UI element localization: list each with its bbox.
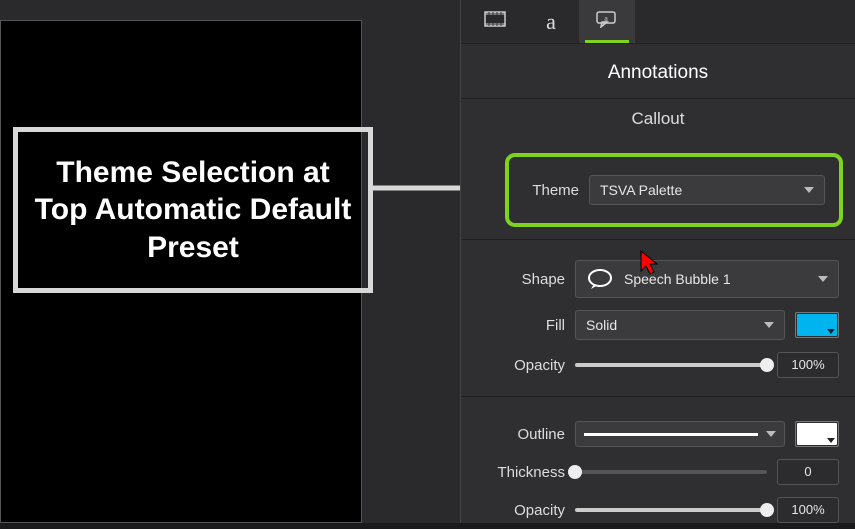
media-icon [484,11,506,32]
theme-value: TSVA Palette [600,182,682,198]
tab-bar: a a [461,0,855,44]
theme-label: Theme [523,182,579,199]
fill-opacity-slider[interactable] [575,363,767,367]
fill-color [797,314,837,336]
outline-opacity-label: Opacity [477,502,565,519]
outline-opacity-slider[interactable] [575,508,767,512]
fill-value: Solid [586,317,617,333]
text-icon: a [546,9,556,35]
section-header: Callout [461,99,855,145]
outline-opacity-value[interactable]: 100% [777,497,839,523]
theme-highlight-box: Theme TSVA Palette [505,153,843,227]
fill-select[interactable]: Solid [575,310,785,340]
thickness-slider[interactable] [575,470,767,474]
thickness-label: Thickness [477,464,565,481]
tab-media[interactable] [467,0,523,43]
outline-line-preview [584,433,758,436]
canvas[interactable]: Theme Selection at Top Automatic Default… [0,20,362,523]
theme-select[interactable]: TSVA Palette [589,175,825,205]
outline-color [797,423,837,445]
outline-label: Outline [477,426,565,443]
outline-color-swatch[interactable] [795,421,839,447]
chevron-down-icon [804,187,814,193]
fill-label: Fill [477,317,565,334]
tab-annotations[interactable]: a [579,0,635,43]
preview-pane: Theme Selection at Top Automatic Default… [0,0,460,523]
fill-color-swatch[interactable] [795,312,839,338]
properties-panel: a a Annotations Callout Theme TSVA Palet… [460,0,855,523]
chevron-down-icon [818,276,828,282]
chevron-down-icon [764,322,774,328]
panel-title: Annotations [461,44,855,98]
callout-text: Theme Selection at Top Automatic Default… [32,154,354,267]
shape-select[interactable]: Speech Bubble 1 [575,260,839,298]
thickness-value[interactable]: 0 [777,459,839,485]
tab-text[interactable]: a [523,0,579,43]
chevron-down-icon [766,431,776,437]
fill-opacity-value[interactable]: 100% [777,352,839,378]
shape-label: Shape [477,271,565,288]
slider-thumb[interactable] [568,465,582,479]
slider-thumb[interactable] [760,358,774,372]
shape-value: Speech Bubble 1 [624,271,731,287]
callout-annotation[interactable]: Theme Selection at Top Automatic Default… [13,127,373,293]
annotation-callout-icon: a [595,10,619,33]
outline-style-select[interactable] [575,421,785,447]
fill-opacity-label: Opacity [477,357,565,374]
speech-bubble-icon [586,268,616,290]
slider-thumb[interactable] [760,503,774,517]
